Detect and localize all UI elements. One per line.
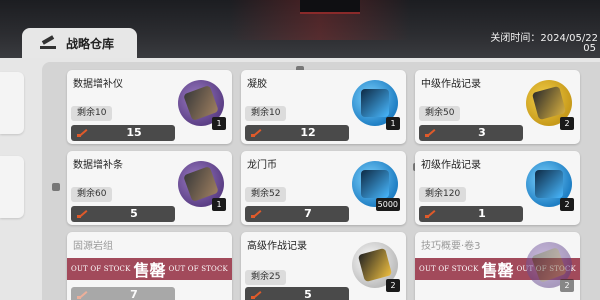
orange-currency-icon xyxy=(425,129,435,137)
item-price: 7 xyxy=(130,288,138,300)
shop-item-card-sold-out[interactable]: 技巧概要·卷3 OUT OF STOCK 售罄 OUT OF STOCK 2 xyxy=(415,232,580,300)
header-decoration-dark xyxy=(300,0,360,14)
orange-currency-icon xyxy=(425,210,435,218)
sold-out-label: 售罄 xyxy=(481,261,514,280)
item-remaining: 剩余25 xyxy=(245,270,287,285)
item-quantity: 2 xyxy=(560,198,574,211)
out-of-stock-label: OUT OF STOCK xyxy=(419,265,479,273)
item-name: 中级作战记录 xyxy=(421,79,481,90)
item-name: 高级作战记录 xyxy=(247,241,307,252)
orange-currency-icon xyxy=(251,210,261,218)
item-quantity: 1 xyxy=(212,117,226,130)
item-icon: 2 xyxy=(352,242,400,292)
sold-out-band: OUT OF STOCK 售罄 OUT OF STOCK xyxy=(67,258,232,280)
item-price: 15 xyxy=(126,126,142,139)
price-bar: 15 xyxy=(71,125,175,141)
item-name: 数据增补仪 xyxy=(73,79,123,90)
price-bar: 12 xyxy=(245,125,349,141)
item-price: 12 xyxy=(300,126,316,139)
close-time: 关闭时间：2024/05/22 xyxy=(490,29,598,44)
tab-strategic-warehouse[interactable]: 战略仓库 xyxy=(22,28,137,58)
shop-item-card[interactable]: 数据增补仪 剩余10 15 1 xyxy=(67,70,232,144)
panel-pin-icon xyxy=(52,183,60,191)
item-name: 凝胶 xyxy=(247,79,267,90)
item-icon: 5000 xyxy=(352,161,400,211)
close-time-label: 关闭时间： xyxy=(490,33,541,44)
price-bar: 5 xyxy=(71,206,175,222)
left-side-panels xyxy=(0,72,24,300)
shop-item-card[interactable]: 初级作战记录 剩余120 1 2 xyxy=(415,151,580,225)
item-price: 3 xyxy=(478,126,486,139)
price-bar: 7 xyxy=(71,287,175,300)
item-remaining: 剩余10 xyxy=(245,106,287,121)
price-bar: 7 xyxy=(245,206,349,222)
orange-currency-icon xyxy=(77,129,87,137)
out-of-stock-label: OUT OF STOCK xyxy=(71,265,131,273)
item-icon: 2 xyxy=(526,161,574,211)
shop-item-card[interactable]: 中级作战记录 剩余50 3 2 xyxy=(415,70,580,144)
orange-currency-icon xyxy=(251,129,261,137)
item-icon: 2 xyxy=(526,242,574,292)
out-of-stock-label: OUT OF STOCK xyxy=(168,265,228,273)
shop-item-card[interactable]: 龙门币 剩余52 7 5000 xyxy=(241,151,406,225)
close-time-continued: 05 xyxy=(583,43,596,54)
item-price: 7 xyxy=(304,207,312,220)
left-panel-bottom[interactable] xyxy=(0,156,24,218)
item-remaining: 剩余120 xyxy=(419,187,467,202)
item-name: 初级作战记录 xyxy=(421,160,481,171)
item-quantity: 2 xyxy=(560,279,574,292)
pickaxe-icon xyxy=(40,36,58,50)
item-price: 5 xyxy=(130,207,138,220)
item-icon: 2 xyxy=(526,80,574,130)
orange-currency-icon xyxy=(251,291,261,299)
price-bar: 1 xyxy=(419,206,523,222)
item-quantity: 5000 xyxy=(375,198,400,211)
item-name: 数据增补条 xyxy=(73,160,123,171)
shop-item-card[interactable]: 凝胶 剩余10 12 1 xyxy=(241,70,406,144)
item-remaining: 剩余52 xyxy=(245,187,287,202)
orange-currency-icon xyxy=(77,291,87,299)
item-price: 1 xyxy=(478,207,486,220)
item-icon: 1 xyxy=(178,161,226,211)
item-price: 5 xyxy=(304,288,312,300)
item-remaining: 剩余50 xyxy=(419,106,461,121)
item-name: 技巧概要·卷3 xyxy=(421,241,481,252)
price-bar: 5 xyxy=(245,287,349,300)
tab-label: 战略仓库 xyxy=(66,36,115,51)
item-icon: 1 xyxy=(178,80,226,130)
item-remaining: 剩余10 xyxy=(71,106,113,121)
item-icon: 1 xyxy=(352,80,400,130)
item-name: 龙门币 xyxy=(247,160,277,171)
item-quantity: 2 xyxy=(560,117,574,130)
item-remaining: 剩余60 xyxy=(71,187,113,202)
item-name: 固源岩组 xyxy=(73,241,113,252)
left-panel-top[interactable] xyxy=(0,72,24,134)
sold-out-label: 售罄 xyxy=(133,261,166,280)
price-bar: 3 xyxy=(419,125,523,141)
shop-item-card[interactable]: 数据增补条 剩余60 5 1 xyxy=(67,151,232,225)
shop-item-card-sold-out[interactable]: 固源岩组 OUT OF STOCK 售罄 OUT OF STOCK 7 xyxy=(67,232,232,300)
shop-item-card[interactable]: 高级作战记录 剩余25 5 2 xyxy=(241,232,406,300)
item-quantity: 1 xyxy=(212,198,226,211)
orange-currency-icon xyxy=(77,210,87,218)
item-quantity: 1 xyxy=(386,117,400,130)
item-quantity: 2 xyxy=(386,279,400,292)
